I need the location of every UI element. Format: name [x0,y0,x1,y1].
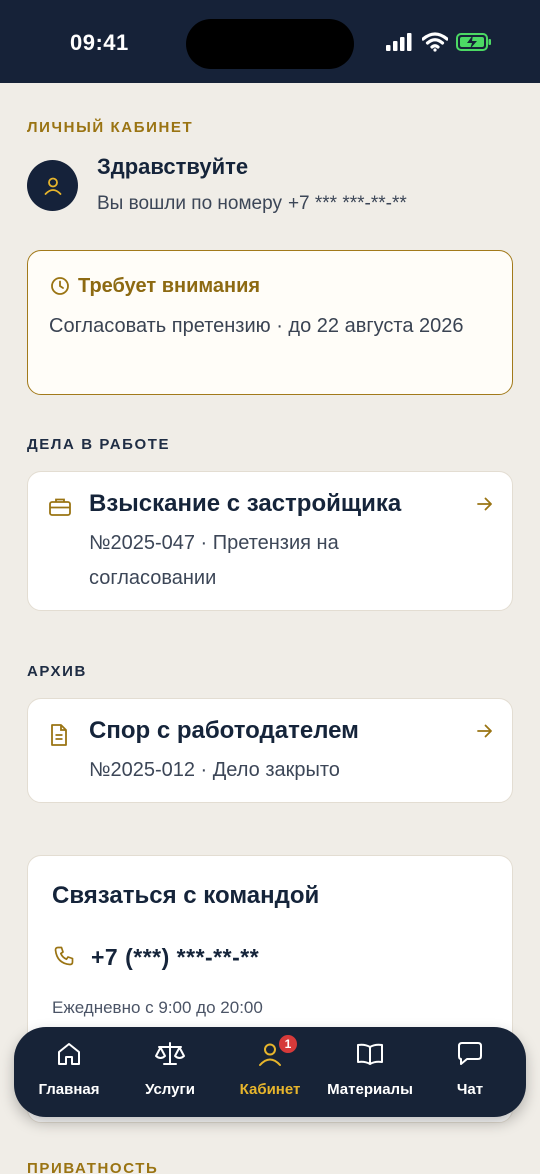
nav-item-materials[interactable]: Материалы [320,1027,420,1117]
archive-card[interactable]: Спор с работодателем №2025-012 · Дело за… [27,698,513,803]
case-meta: №2025-047 · Претензия на согласовании [89,532,339,589]
briefcase-icon [49,498,71,516]
masked-phone: +7 *** ***-**-** [287,193,407,214]
section-label-account: ЛИЧНЫЙ КАБИНЕТ [27,119,194,136]
scales-icon [155,1042,185,1065]
nav-item-home[interactable]: Главная [19,1027,119,1117]
notification-badge: 1 [277,1033,299,1055]
battery-charging-icon [456,33,491,51]
nav-label: Главная [38,1081,100,1098]
archive-case-meta: №2025-012 · Дело закрыто [89,759,340,781]
greeting: Здравствуйте [97,154,249,179]
attention-text: Согласовать претензию · до 22 августа 20… [49,315,464,337]
phone-icon [54,946,74,966]
dynamic-island [186,19,354,69]
document-icon [51,724,67,746]
nav-label: Кабинет [239,1081,301,1098]
login-prefix: Вы вошли по номеру [97,193,282,214]
arrow-right-icon [477,497,492,511]
archive-case-title: Спор с работодателем [89,717,359,744]
avatar [27,160,78,211]
signal-icon [386,33,412,51]
user-icon [44,177,61,195]
contact-title: Связаться с командой [52,882,320,909]
status-time: 09:41 [70,30,129,55]
nav-label: Чат [456,1081,484,1098]
section-label-privacy: ПРИВАТНОСТЬ [27,1160,159,1174]
case-card[interactable]: Взыскание с застройщика №2025-047 · Прет… [27,471,513,611]
login-info: Вы вошли по номеру +7 *** ***-**-** [97,193,407,215]
attention-card[interactable]: Требует внимания Согласовать претензию ·… [27,250,513,395]
nav-label: Материалы [327,1081,413,1098]
nav-item-cabinet[interactable]: 1 Кабинет [220,1027,320,1117]
status-bar: 09:41 [0,0,540,83]
nav-item-chat[interactable]: Чат [420,1027,520,1117]
bottom-nav: Главная Услуги 1 Кабинет Материалы Чат [14,1027,526,1117]
section-label-archive: АРХИВ [27,663,87,680]
clock-icon [51,277,69,295]
nav-label: Услуги [145,1081,195,1098]
nav-item-services[interactable]: Услуги [120,1027,220,1117]
contact-hours: Ежедневно с 9:00 до 20:00 [52,998,263,1017]
wifi-icon [422,32,448,52]
home-icon [58,1043,80,1065]
attention-title: Требует внимания [78,275,261,297]
chat-icon [458,1042,482,1065]
contact-phone-link[interactable]: +7 (***) ***-**-** [91,944,259,971]
arrow-right-icon [477,724,492,738]
section-label-cases: ДЕЛА В РАБОТЕ [27,436,171,453]
case-title: Взыскание с застройщика [89,490,402,517]
book-icon [357,1043,383,1065]
